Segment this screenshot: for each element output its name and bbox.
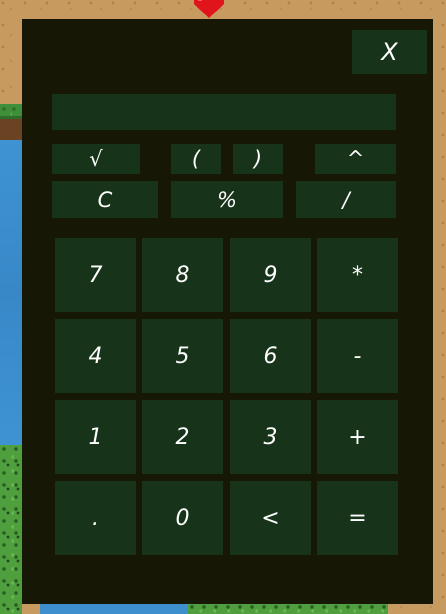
digit-9-button[interactable]: 9	[230, 238, 311, 312]
digit-8-button[interactable]: 8	[142, 238, 223, 312]
divide-button-label: /	[342, 187, 350, 212]
close-button-label: X	[381, 38, 398, 66]
clear-button-label: C	[97, 187, 113, 212]
divide-button[interactable]: /	[296, 181, 396, 218]
percent-button[interactable]: %	[171, 181, 283, 218]
digit-5-label: 5	[175, 343, 190, 369]
sqrt-button-label: √	[89, 147, 103, 171]
subtract-label: -	[353, 343, 362, 369]
backspace-button[interactable]: <	[230, 481, 311, 555]
digit-1-label: 1	[88, 424, 103, 450]
power-button[interactable]: ^	[315, 144, 396, 174]
power-button-label: ^	[346, 147, 365, 171]
sqrt-button[interactable]: √	[52, 144, 140, 174]
digit-2-button[interactable]: 2	[142, 400, 223, 474]
calculator-panel: X √ ( ) ^ C % / 7 8 9 * 4 5 6 - 1 2 3 + …	[22, 19, 433, 604]
equals-label: =	[348, 505, 367, 531]
add-label: +	[348, 424, 367, 450]
open-paren-button[interactable]: (	[171, 144, 221, 174]
digit-1-button[interactable]: 1	[55, 400, 136, 474]
decimal-point-label: .	[92, 505, 99, 531]
grass-tile-bottom	[188, 603, 388, 614]
equals-button[interactable]: =	[317, 481, 398, 555]
digit-3-button[interactable]: 3	[230, 400, 311, 474]
digit-2-label: 2	[175, 424, 190, 450]
close-button[interactable]: X	[352, 30, 427, 74]
digit-9-label: 9	[263, 262, 278, 288]
digit-0-button[interactable]: 0	[142, 481, 223, 555]
digit-6-button[interactable]: 6	[230, 319, 311, 393]
digit-5-button[interactable]: 5	[142, 319, 223, 393]
digit-6-label: 6	[263, 343, 278, 369]
clear-button[interactable]: C	[52, 181, 158, 218]
subtract-button[interactable]: -	[317, 319, 398, 393]
backspace-label: <	[261, 505, 280, 531]
digit-4-button[interactable]: 4	[55, 319, 136, 393]
dirt-tile	[0, 116, 22, 141]
digit-4-label: 4	[88, 343, 103, 369]
add-button[interactable]: +	[317, 400, 398, 474]
digit-7-button[interactable]: 7	[55, 238, 136, 312]
heart-icon	[194, 0, 224, 18]
multiply-button[interactable]: *	[317, 238, 398, 312]
digit-0-label: 0	[175, 505, 190, 531]
water-tile-left	[0, 140, 22, 445]
digit-8-label: 8	[175, 262, 190, 288]
digit-7-label: 7	[88, 262, 103, 288]
close-paren-button-label: )	[253, 147, 263, 171]
open-paren-button-label: (	[191, 147, 201, 171]
calculator-display	[52, 94, 396, 130]
percent-button-label: %	[217, 187, 237, 212]
grass-tile-bottom-left	[0, 445, 22, 614]
multiply-label: *	[352, 262, 363, 288]
digit-3-label: 3	[263, 424, 278, 450]
water-tile-bottom	[40, 604, 188, 614]
close-paren-button[interactable]: )	[233, 144, 283, 174]
decimal-point-button[interactable]: .	[55, 481, 136, 555]
grass-tile-top-left	[0, 104, 22, 141]
